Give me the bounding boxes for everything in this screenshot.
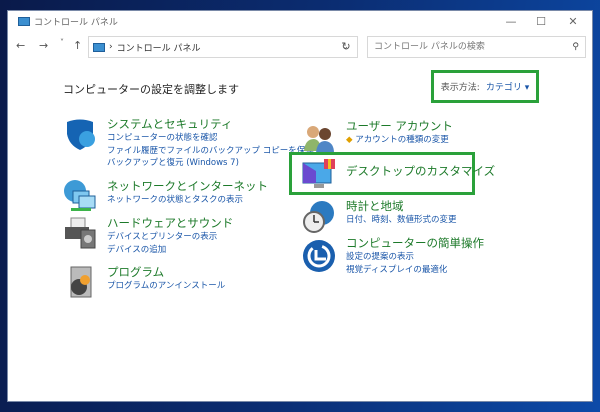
category-title[interactable]: コンピューターの簡単操作 — [346, 236, 484, 251]
back-button[interactable]: ← — [16, 39, 25, 52]
category-ease-of-access: コンピューターの簡単操作 設定の提案の表示 視覚ディスプレイの最適化 — [346, 236, 484, 276]
category-user-accounts: ユーザー アカウント ◆ アカウントの種類の変更 — [346, 119, 453, 147]
printer-icon — [63, 216, 97, 254]
category-title[interactable]: デスクトップのカスタマイズ — [346, 164, 495, 179]
close-button[interactable]: ✕ — [558, 11, 588, 33]
category-link[interactable]: バックアップと復元 (Windows 7) — [107, 157, 314, 170]
refresh-button[interactable]: ↻ — [335, 36, 358, 58]
up-button[interactable]: ↑ — [73, 39, 82, 52]
category-system-security: システムとセキュリティ コンピューターの状態を確認 ファイル履歴でファイルのバッ… — [107, 117, 314, 170]
category-link[interactable]: 日付、時刻、数値形式の変更 — [346, 214, 457, 227]
category-link[interactable]: ◆ アカウントの種類の変更 — [346, 134, 453, 147]
programs-icon — [63, 265, 97, 303]
category-link[interactable]: コンピューターの状態を確認 — [107, 132, 314, 145]
dropdown-arrow-icon: ▾ — [524, 83, 530, 93]
minimize-button[interactable]: — — [496, 11, 526, 33]
search-input[interactable]: コントロール パネルの検索 ⚲ — [367, 36, 586, 58]
category-link[interactable]: ファイル履歴でファイルのバックアップ コピーを保存 — [107, 145, 314, 158]
category-hardware-sound: ハードウェアとサウンド デバイスとプリンターの表示 デバイスの追加 — [107, 216, 233, 256]
desktop-personalization-icon — [302, 157, 336, 195]
category-link[interactable]: ネットワークの状態とタスクの表示 — [107, 194, 268, 207]
category-link[interactable]: プログラムのアンインストール — [107, 280, 225, 293]
category-programs: プログラム プログラムのアンインストール — [107, 265, 225, 293]
network-icon — [63, 179, 97, 217]
breadcrumb[interactable]: コントロール パネル — [117, 41, 201, 54]
maximize-button[interactable]: ☐ — [526, 11, 556, 33]
category-link[interactable]: 視覚ディスプレイの最適化 — [346, 264, 484, 277]
uac-shield-icon: ◆ — [346, 135, 353, 145]
control-panel-icon — [18, 17, 30, 26]
forward-button[interactable]: → — [39, 39, 48, 52]
category-link[interactable]: デバイスの追加 — [107, 244, 233, 257]
view-by-dropdown[interactable]: カテゴリ ▾ — [486, 80, 529, 93]
category-title[interactable]: ハードウェアとサウンド — [107, 216, 233, 231]
shield-icon — [63, 117, 97, 155]
control-panel-window: コントロール パネル — ☐ ✕ ← → ˅ ↑ › コントロール パネル ⌄ … — [7, 10, 593, 402]
title-bar: コントロール パネル — [18, 15, 118, 28]
category-title[interactable]: プログラム — [107, 265, 225, 280]
search-placeholder: コントロール パネルの検索 — [374, 42, 485, 52]
ease-of-access-icon — [302, 239, 336, 277]
category-title[interactable]: システムとセキュリティ — [107, 117, 314, 132]
category-network-internet: ネットワークとインターネット ネットワークの状態とタスクの表示 — [107, 179, 268, 207]
page-title: コンピューターの設定を調整します — [63, 83, 239, 96]
category-link[interactable]: デバイスとプリンターの表示 — [107, 231, 233, 244]
category-desktop-customize: デスクトップのカスタマイズ — [346, 164, 495, 179]
search-icon[interactable]: ⚲ — [572, 37, 579, 57]
view-by-highlight: 表示方法: カテゴリ ▾ — [431, 70, 539, 103]
category-title[interactable]: ユーザー アカウント — [346, 119, 453, 134]
clock-region-icon — [302, 200, 336, 238]
category-title[interactable]: 時計と地域 — [346, 199, 457, 214]
category-link[interactable]: 設定の提案の表示 — [346, 251, 484, 264]
recent-locations-button[interactable]: ˅ — [60, 38, 64, 47]
view-by-label: 表示方法: — [440, 83, 480, 93]
category-title[interactable]: ネットワークとインターネット — [107, 179, 268, 194]
address-bar[interactable]: › コントロール パネル ⌄ — [88, 36, 358, 58]
control-panel-icon — [93, 42, 105, 52]
category-clock-region: 時計と地域 日付、時刻、数値形式の変更 — [346, 199, 457, 227]
breadcrumb-separator: › — [109, 42, 113, 52]
window-title: コントロール パネル — [34, 18, 118, 28]
